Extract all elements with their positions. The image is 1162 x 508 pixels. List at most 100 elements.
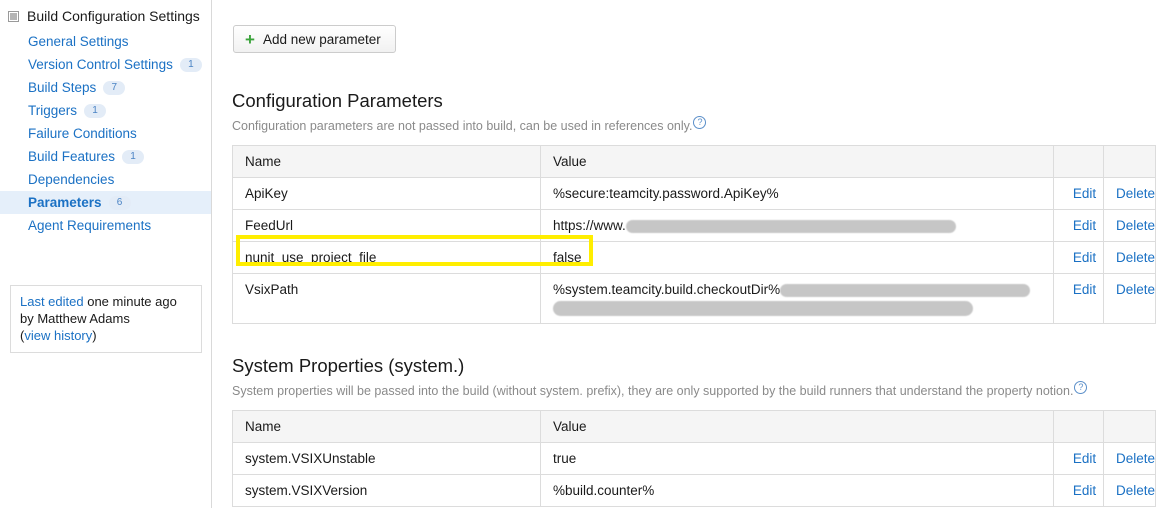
delete-link[interactable]: Delete bbox=[1116, 451, 1155, 466]
delete-link[interactable]: Delete bbox=[1116, 218, 1155, 233]
sidebar-root: Build Configuration Settings bbox=[0, 0, 211, 30]
edit-link[interactable]: Edit bbox=[1073, 282, 1096, 297]
delete-cell: Delete bbox=[1103, 474, 1156, 508]
add-new-parameter-label: Add new parameter bbox=[262, 31, 381, 47]
table-header-row: Name Value bbox=[232, 145, 1156, 179]
system-properties-table: Name Value system.VSIXUnstable true Edit De… bbox=[232, 410, 1156, 508]
sidebar-item-version-control-settings[interactable]: Version Control Settings 1 bbox=[0, 53, 211, 76]
column-header-name: Name bbox=[232, 410, 541, 444]
parameter-value-text: %secure:teamcity.password.ApiKey% bbox=[553, 186, 779, 202]
sidebar-item-label: Version Control Settings bbox=[28, 57, 173, 72]
last-edited-author: by Matthew Adams bbox=[20, 311, 130, 326]
delete-link[interactable]: Delete bbox=[1116, 282, 1155, 297]
column-header-delete bbox=[1103, 145, 1156, 179]
delete-cell: Delete bbox=[1103, 209, 1156, 243]
delete-cell: Delete bbox=[1103, 177, 1156, 211]
sidebar-item-badge: 1 bbox=[122, 149, 145, 164]
configuration-parameters-title: Configuration Parameters bbox=[232, 90, 443, 111]
sidebar-item-general-settings[interactable]: General Settings bbox=[0, 30, 211, 53]
delete-cell: Delete bbox=[1103, 273, 1156, 325]
help-icon[interactable]: ? bbox=[693, 116, 707, 129]
configuration-parameters-description-text: Configuration parameters are not passed … bbox=[232, 119, 693, 134]
redaction-mark bbox=[553, 301, 973, 317]
edit-cell: Edit bbox=[1053, 241, 1104, 275]
system-properties-title: System Properties (system.) bbox=[232, 355, 465, 376]
column-header-value: Value bbox=[540, 410, 1054, 444]
system-properties-description-text: System properties will be passed into th… bbox=[232, 384, 1074, 399]
delete-link[interactable]: Delete bbox=[1116, 483, 1155, 498]
sidebar-item-dependencies[interactable]: Dependencies bbox=[0, 168, 211, 191]
delete-link[interactable]: Delete bbox=[1116, 250, 1155, 265]
redaction-mark bbox=[780, 284, 1031, 298]
redaction-mark bbox=[625, 220, 956, 234]
sidebar-item-label: General Settings bbox=[28, 34, 129, 49]
sidebar-item-failure-conditions[interactable]: Failure Conditions bbox=[0, 122, 211, 145]
column-header-edit bbox=[1053, 410, 1104, 444]
parameter-name-cell: VsixPath bbox=[232, 273, 541, 325]
tree-collapse-icon[interactable] bbox=[8, 10, 19, 22]
sidebar-item-triggers[interactable]: Triggers 1 bbox=[0, 99, 211, 122]
table-row: system.VSIXVersion %build.counter% Edit Del… bbox=[232, 474, 1156, 508]
edit-cell: Edit bbox=[1053, 474, 1104, 508]
parameter-value-text: false bbox=[553, 250, 582, 266]
table-header-row: Name Value bbox=[232, 410, 1156, 444]
parameter-value-text: %system.teamcity.build.checkoutDir% bbox=[553, 282, 781, 298]
table-row: FeedUrl https://www. Edit Delete bbox=[232, 209, 1156, 243]
sidebar-item-build-steps[interactable]: Build Steps 7 bbox=[0, 76, 211, 99]
edit-link[interactable]: Edit bbox=[1073, 451, 1096, 466]
parameter-value-cell: https://www. bbox=[540, 209, 1054, 243]
table-row: ApiKey %secure:teamcity.password.ApiKey% E… bbox=[232, 177, 1156, 211]
system-properties-section: System Properties (system.) System prope… bbox=[232, 355, 1156, 508]
edit-link[interactable]: Edit bbox=[1073, 186, 1096, 201]
parameter-name-cell: system.VSIXUnstable bbox=[232, 442, 541, 476]
view-history-line: (view history) bbox=[20, 327, 192, 344]
column-header-delete bbox=[1103, 410, 1156, 444]
view-history-link[interactable]: view history bbox=[24, 328, 92, 343]
sidebar-root-label: Build Configuration Settings bbox=[27, 8, 200, 24]
parameter-name-cell: system.VSIXVersion bbox=[232, 474, 541, 508]
parameter-value-cell: false bbox=[540, 241, 1054, 275]
table-row: VsixPath %system.teamcity.build.checkoutD… bbox=[232, 273, 1156, 325]
edit-link[interactable]: Edit bbox=[1073, 218, 1096, 233]
sidebar-item-label: Dependencies bbox=[28, 172, 115, 187]
table-row: nunit_use_project_file false Edit Delete bbox=[232, 241, 1156, 275]
sidebar-item-badge: 6 bbox=[108, 195, 131, 210]
last-edited-line: Last edited one minute ago bbox=[20, 293, 192, 310]
last-edited-link[interactable]: Last edited bbox=[20, 294, 84, 309]
plus-icon: + bbox=[245, 29, 255, 49]
sidebar-item-label: Agent Requirements bbox=[28, 218, 152, 233]
delete-link[interactable]: Delete bbox=[1116, 186, 1155, 201]
edit-link[interactable]: Edit bbox=[1073, 483, 1096, 498]
parameter-value-text: true bbox=[553, 451, 577, 467]
add-new-parameter-button[interactable]: + Add new parameter bbox=[233, 25, 396, 53]
delete-cell: Delete bbox=[1103, 442, 1156, 476]
column-header-name: Name bbox=[232, 145, 541, 179]
configuration-parameters-section: Configuration Parameters Configuration p… bbox=[232, 90, 1156, 325]
sidebar-item-agent-requirements[interactable]: Agent Requirements bbox=[0, 214, 211, 237]
edit-cell: Edit bbox=[1053, 442, 1104, 476]
edit-cell: Edit bbox=[1053, 273, 1104, 325]
parameter-value-cell: %system.teamcity.build.checkoutDir% bbox=[540, 273, 1054, 325]
help-icon[interactable]: ? bbox=[1074, 381, 1088, 394]
edit-cell: Edit bbox=[1053, 209, 1104, 243]
sidebar-item-build-features[interactable]: Build Features 1 bbox=[0, 145, 211, 168]
column-header-edit bbox=[1053, 145, 1104, 179]
sidebar-item-parameters[interactable]: Parameters 6 bbox=[0, 191, 211, 214]
table-row: system.VSIXUnstable true Edit Delete bbox=[232, 442, 1156, 476]
edit-link[interactable]: Edit bbox=[1073, 250, 1096, 265]
last-edited-panel: Last edited one minute ago by Matthew Ad… bbox=[10, 285, 202, 353]
sidebar-item-badge: 1 bbox=[84, 103, 107, 118]
last-edited-time: one minute ago bbox=[83, 294, 177, 309]
sidebar-item-label: Build Steps bbox=[28, 80, 97, 95]
delete-cell: Delete bbox=[1103, 241, 1156, 275]
configuration-parameters-body: ApiKey %secure:teamcity.password.ApiKey% E… bbox=[232, 177, 1156, 325]
edit-cell: Edit bbox=[1053, 177, 1104, 211]
system-properties-description: System properties will be passed into th… bbox=[232, 381, 1156, 399]
sidebar-item-label: Failure Conditions bbox=[28, 126, 137, 141]
column-header-value: Value bbox=[540, 145, 1054, 179]
parameter-value-text: https://www. bbox=[553, 218, 626, 234]
sidebar-item-badge: 7 bbox=[103, 80, 126, 95]
parameter-name-cell: ApiKey bbox=[232, 177, 541, 211]
system-properties-body: system.VSIXUnstable true Edit Delete system.… bbox=[232, 442, 1156, 508]
sidebar-item-label: Build Features bbox=[28, 149, 116, 164]
